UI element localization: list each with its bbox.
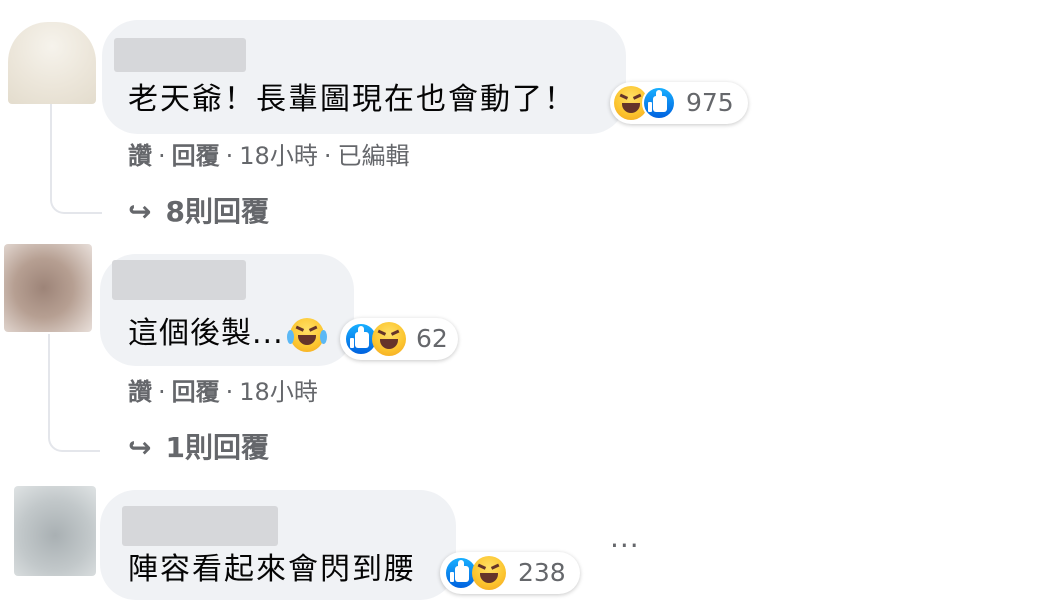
reaction-summary[interactable]: 975 [610,82,748,124]
comment-actions: 讚 · 回覆 · 18小時 [128,378,318,406]
tears-of-joy-icon [287,318,327,352]
separator: · [225,378,234,406]
reaction-count: 62 [416,324,448,353]
thread-connector [48,334,100,452]
reply-arrow-icon: ↪ [128,195,152,228]
reply-arrow-icon: ↪ [128,431,152,464]
comment-text: 這個後製... [128,316,284,351]
view-replies-button[interactable]: ↪ 8則回覆 [128,196,269,228]
haha-icon [372,322,406,356]
like-icon [642,86,676,120]
separator: · [158,378,166,406]
comment-text: 老天爺！長輩圖現在也會動了！ [128,82,576,117]
commenter-avatar[interactable] [4,244,92,332]
like-link[interactable]: 讚 [128,142,152,170]
more-options-icon[interactable]: ··· [610,532,640,560]
reaction-summary[interactable]: 62 [340,318,458,360]
separator: · [158,142,166,170]
commenter-name-redacted[interactable] [122,506,278,546]
timestamp-link[interactable]: 18小時 [239,378,318,406]
reply-link[interactable]: 回覆 [172,142,220,170]
haha-icon [472,556,506,590]
like-link[interactable]: 讚 [128,378,152,406]
separator: · [323,142,332,170]
commenter-avatar[interactable] [14,486,96,576]
comment-text: 陣容看起來會閃到腰 [128,552,416,587]
commenter-name-redacted[interactable] [112,260,246,300]
commenter-name-redacted[interactable] [114,38,246,72]
separator: · [225,142,234,170]
replies-label: 8則回覆 [165,195,269,228]
reply-link[interactable]: 回覆 [172,378,220,406]
comment-actions: 讚 · 回覆 · 18小時 · 已編輯 [128,142,409,170]
reaction-count: 238 [518,558,566,587]
reaction-summary[interactable]: 238 [440,552,580,594]
view-replies-button[interactable]: ↪ 1則回覆 [128,432,269,464]
timestamp-link[interactable]: 18小時 [239,142,318,170]
replies-label: 1則回覆 [165,431,269,464]
commenter-avatar[interactable] [8,22,96,104]
edited-label[interactable]: 已編輯 [337,142,409,170]
reaction-count: 975 [686,88,734,117]
thread-connector [50,104,102,214]
